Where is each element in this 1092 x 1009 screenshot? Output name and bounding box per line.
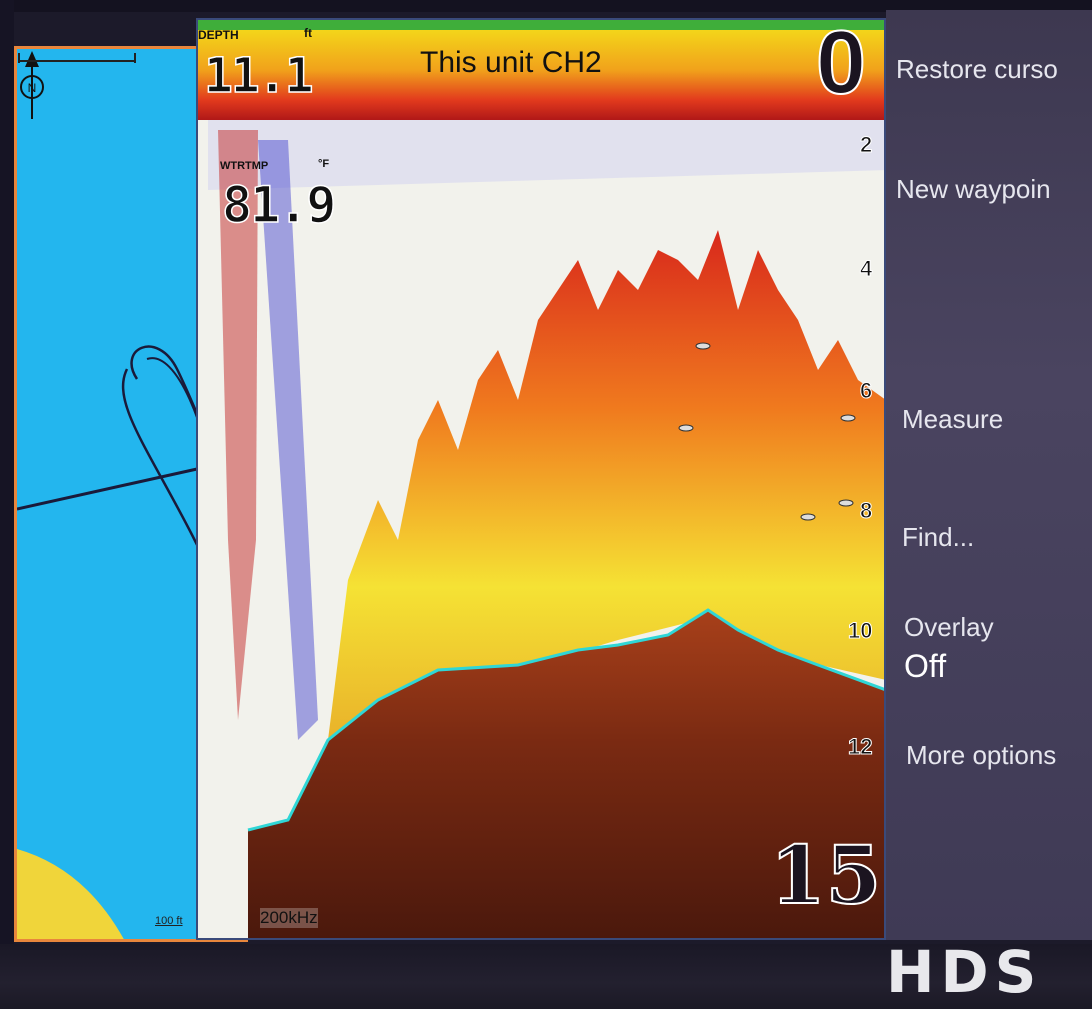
range-bottom: 15 bbox=[769, 827, 882, 923]
depth-value: 11.1 bbox=[203, 47, 314, 105]
north-label: N bbox=[28, 81, 37, 95]
menu-item-new-waypoint[interactable]: New waypoin bbox=[896, 174, 1051, 205]
menu-item-overlay[interactable]: Overlay bbox=[904, 612, 994, 643]
water-temp-label: WTRTMP bbox=[220, 160, 269, 172]
menu-item-more-options[interactable]: More options bbox=[906, 740, 1056, 771]
scale-bar bbox=[18, 53, 136, 63]
sonar-echogram bbox=[198, 20, 884, 938]
land-area bbox=[17, 849, 124, 939]
depth-tick: 12 bbox=[847, 734, 873, 760]
context-menu: Restore curso New waypoin Measure Find..… bbox=[886, 10, 1092, 940]
depth-tick: 8 bbox=[859, 498, 873, 524]
water-temp-value: 81.9 bbox=[221, 175, 337, 235]
depth-tick: 6 bbox=[859, 378, 873, 404]
depth-label: DEPTH bbox=[198, 28, 239, 42]
water-temp-unit: °F bbox=[318, 158, 330, 170]
frequency-label: 200kHz bbox=[260, 908, 318, 928]
brand-logo: HDS bbox=[886, 938, 1043, 1006]
menu-item-restore-cursor[interactable]: Restore curso bbox=[896, 54, 1058, 85]
depth-tick: 10 bbox=[847, 618, 873, 644]
depth-tick: 4 bbox=[859, 256, 873, 282]
depth-unit: ft bbox=[304, 26, 312, 40]
menu-item-find[interactable]: Find... bbox=[902, 522, 974, 553]
overlay-value: Off bbox=[904, 648, 947, 684]
range-top: 0 bbox=[815, 18, 867, 114]
sonar-pane[interactable]: DEPTH ft 11.1 WTRTMP °F 81.9 This unit C… bbox=[196, 18, 886, 940]
bezel-left bbox=[0, 0, 14, 1009]
channel-title[interactable]: This unit CH2 bbox=[420, 46, 602, 80]
menu-item-measure[interactable]: Measure bbox=[902, 404, 1003, 435]
scale-label: 100 ft bbox=[155, 915, 183, 927]
depth-tick: 2 bbox=[859, 132, 873, 158]
